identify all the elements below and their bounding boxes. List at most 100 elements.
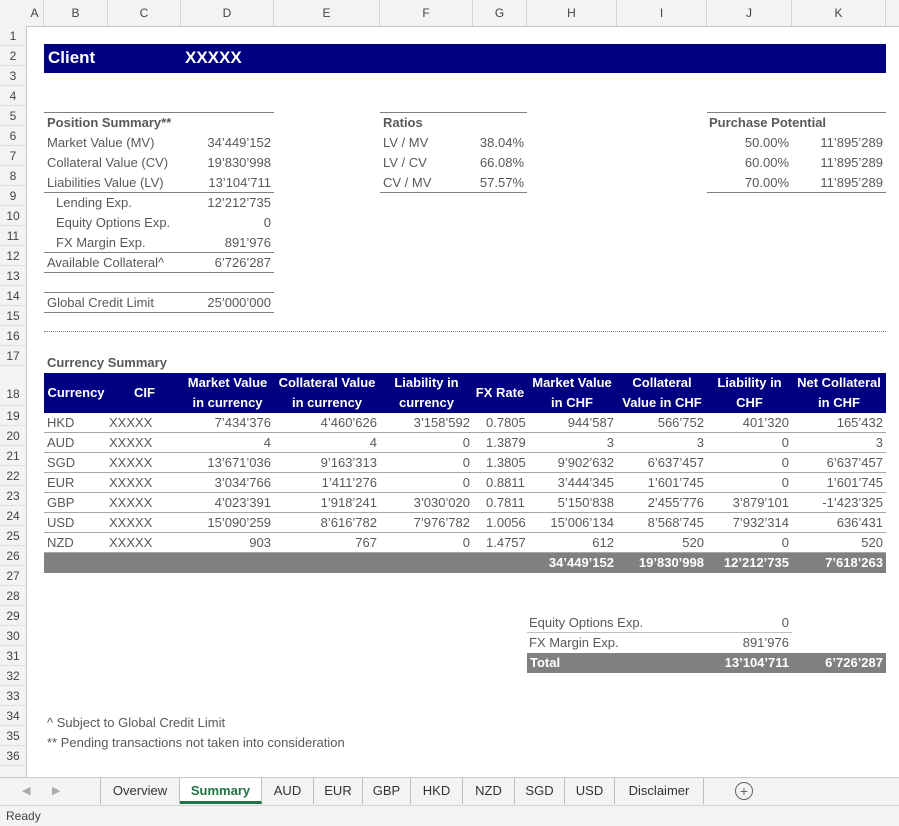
row-header[interactable]: 9 xyxy=(0,186,26,206)
tab-nzd[interactable]: NZD xyxy=(463,778,515,804)
row-header[interactable]: 6 xyxy=(0,126,26,146)
section-divider xyxy=(44,331,886,332)
client-label: Client xyxy=(48,48,96,67)
row-header[interactable]: 13 xyxy=(0,266,26,286)
th-currency: Currency xyxy=(47,385,105,400)
table-cell: 0.8811 xyxy=(486,475,525,490)
row-header[interactable]: 32 xyxy=(0,666,26,686)
pp-pct: 60.00% xyxy=(744,155,789,170)
purchase-potential-title: Purchase Potential xyxy=(709,115,827,130)
column-header-a[interactable]: A xyxy=(26,0,44,26)
table-cell: 4’023’391 xyxy=(214,495,271,510)
row-header[interactable]: 31 xyxy=(0,646,26,666)
row-header[interactable]: 29 xyxy=(0,606,26,626)
row-header[interactable]: 14 xyxy=(0,286,26,306)
ratios-title: Ratios xyxy=(383,115,423,130)
row-header[interactable]: 11 xyxy=(0,226,26,246)
footnote-collateral: ^ Subject to Global Credit Limit xyxy=(47,715,226,730)
tab-disclaimer[interactable]: Disclaimer xyxy=(615,778,704,804)
ps-label: Collateral Value (CV) xyxy=(47,155,169,170)
column-header-g[interactable]: G xyxy=(473,0,527,26)
ps-label: Lending Exp. xyxy=(56,195,132,210)
column-header-f[interactable]: F xyxy=(380,0,473,26)
row-header[interactable]: 8 xyxy=(0,166,26,186)
row-header[interactable]: 16 xyxy=(0,326,26,346)
ps-value: 891’976 xyxy=(224,235,271,250)
total-net-chf: 7’618’263 xyxy=(825,555,883,570)
bottom-total-label: Total xyxy=(530,655,561,670)
row-header[interactable]: 27 xyxy=(0,566,26,586)
row-header[interactable]: 12 xyxy=(0,246,26,266)
row-header[interactable]: 23 xyxy=(0,486,26,506)
ps-value: 6’726’287 xyxy=(214,255,271,270)
th-net-chf-1: Net Collateral xyxy=(797,375,881,390)
table-cell: 3’444’345 xyxy=(557,475,614,490)
bottom-label: Equity Options Exp. xyxy=(529,615,644,630)
tab-scroll-left-icon[interactable]: ◀ xyxy=(22,778,30,804)
column-header-i[interactable]: I xyxy=(617,0,707,26)
table-cell: 3 xyxy=(875,435,883,450)
table-cell: XXXXX xyxy=(109,515,153,530)
ps-label: Market Value (MV) xyxy=(47,135,155,150)
row-header[interactable]: 28 xyxy=(0,586,26,606)
row-header[interactable]: 30 xyxy=(0,626,26,646)
row-header[interactable]: 3 xyxy=(0,66,26,86)
currency-summary-title: Currency Summary xyxy=(47,355,167,370)
table-cell: 1.4757 xyxy=(486,535,526,550)
row-header[interactable]: 7 xyxy=(0,146,26,166)
row-header[interactable]: 26 xyxy=(0,546,26,566)
row-header[interactable]: 4 xyxy=(0,86,26,106)
row-header[interactable]: 20 xyxy=(0,426,26,446)
column-header-e[interactable]: E xyxy=(274,0,380,26)
row-header[interactable]: 24 xyxy=(0,506,26,526)
table-cell: 0 xyxy=(781,535,789,550)
tab-scroll-right-icon[interactable]: ▶ xyxy=(52,778,60,804)
table-cell: 1’411’276 xyxy=(321,475,377,490)
row-header[interactable]: 18 xyxy=(0,366,26,406)
column-header-b[interactable]: B xyxy=(44,0,108,26)
column-header-c[interactable]: C xyxy=(108,0,181,26)
table-cell: 612 xyxy=(592,535,614,550)
row-header[interactable]: 10 xyxy=(0,206,26,226)
client-banner: Client XXXXX xyxy=(44,44,886,73)
table-cell: 165’432 xyxy=(836,415,883,430)
table-cell: -1’423’325 xyxy=(822,495,883,510)
tab-summary[interactable]: Summary xyxy=(180,778,262,804)
column-header-d[interactable]: D xyxy=(181,0,274,26)
row-header[interactable]: 22 xyxy=(0,466,26,486)
row-header[interactable]: 17 xyxy=(0,346,26,366)
ps-label: FX Margin Exp. xyxy=(56,235,146,250)
bottom-label: FX Margin Exp. xyxy=(529,635,619,650)
tab-hkd[interactable]: HKD xyxy=(411,778,463,804)
row-header[interactable]: 5 xyxy=(0,106,26,126)
table-cell: 2’455’776 xyxy=(647,495,704,510)
column-header-h[interactable]: H xyxy=(527,0,617,26)
table-cell: 3 xyxy=(606,435,614,450)
row-header[interactable]: 33 xyxy=(0,686,26,706)
row-header[interactable]: 35 xyxy=(0,726,26,746)
tab-aud[interactable]: AUD xyxy=(262,778,314,804)
row-header[interactable]: 2 xyxy=(0,46,26,66)
th-mv-chf-2: in CHF xyxy=(551,395,593,410)
th-liab-chf-1: Liability in xyxy=(717,375,782,390)
table-cell: 520 xyxy=(861,535,883,550)
row-header[interactable]: 15 xyxy=(0,306,26,326)
add-sheet-icon[interactable]: + xyxy=(735,782,753,800)
row-header[interactable]: 34 xyxy=(0,706,26,726)
column-header-k[interactable]: K xyxy=(792,0,886,26)
column-header-j[interactable]: J xyxy=(707,0,792,26)
row-header[interactable]: 25 xyxy=(0,526,26,546)
row-header[interactable]: 19 xyxy=(0,406,26,426)
table-cell: 7’976’782 xyxy=(413,515,470,530)
row-header[interactable]: 1 xyxy=(0,26,26,46)
row-header[interactable]: 36 xyxy=(0,746,26,766)
table-cell: 401’320 xyxy=(742,415,789,430)
tab-sgd[interactable]: SGD xyxy=(515,778,565,804)
tab-overview[interactable]: Overview xyxy=(101,778,180,804)
table-cell: 15’090’259 xyxy=(207,515,271,530)
tab-usd[interactable]: USD xyxy=(565,778,615,804)
tab-eur[interactable]: EUR xyxy=(314,778,363,804)
ratio-value: 57.57% xyxy=(479,175,524,190)
tab-gbp[interactable]: GBP xyxy=(363,778,411,804)
row-header[interactable]: 21 xyxy=(0,446,26,466)
